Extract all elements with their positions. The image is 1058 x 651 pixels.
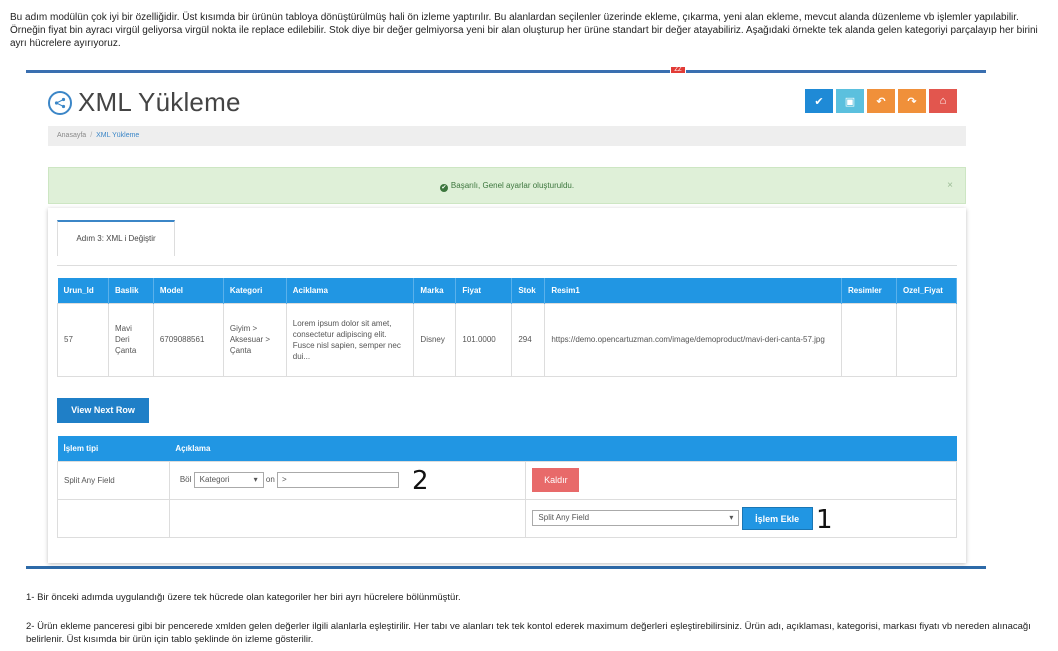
redo-icon: ↷ <box>907 95 917 108</box>
column-header: Kategori <box>223 278 287 303</box>
check-icon: ✔ <box>814 95 824 108</box>
operation-type: Split Any Field <box>57 460 170 500</box>
column-header: Aciklama <box>286 278 415 303</box>
close-icon[interactable]: × <box>947 168 953 203</box>
column-header: Baslik <box>108 278 154 303</box>
screenshot-bottom-edge <box>26 566 986 569</box>
callout-2: 2 <box>412 466 429 496</box>
on-label: on <box>265 475 275 485</box>
toolbar: ✔ ▣ ↶ ↷ ⌂ <box>805 89 957 113</box>
undo-icon: ↶ <box>876 95 886 108</box>
column-header <box>525 436 957 461</box>
share-icon <box>48 90 72 115</box>
intro-paragraph: Bu adım modülün çok iyi bir özelliğidir.… <box>10 12 1038 49</box>
table-cell: Mavi Deri Çanta <box>107 302 154 377</box>
page-header: XML Yükleme <box>48 87 241 118</box>
breadcrumb: Anasayfa / XML Yükleme <box>48 126 966 146</box>
table-cell <box>895 302 958 377</box>
column-header: İşlem tipi <box>57 436 170 461</box>
chevron-down-icon: ▾ <box>253 475 258 484</box>
table-cell: 6709088561 <box>152 302 224 377</box>
alert-text: Başarılı, Genel ayarlar oluşturuldu. <box>450 181 575 190</box>
add-operation-cell: Split Any Field ▾ İşlem Ekle <box>525 498 957 538</box>
redo-button[interactable]: ↷ <box>898 89 926 113</box>
table-cell: 294 <box>511 302 546 377</box>
operation-actions: Kaldır <box>525 460 957 500</box>
column-header: Stok <box>511 278 546 303</box>
disk-icon: ▣ <box>844 95 856 108</box>
home-icon: ⌂ <box>939 95 947 107</box>
success-icon: ✔ <box>439 184 448 192</box>
column-header: Model <box>153 278 224 303</box>
separator-input[interactable]: > <box>277 472 400 488</box>
table-cell: Lorem ipsum dolor sit amet, consectetur … <box>285 302 415 377</box>
home-button[interactable]: ⌂ <box>929 89 957 113</box>
operation-config: Böl Kategori ▾ on > <box>168 460 527 500</box>
column-header: Marka <box>413 278 457 303</box>
table-cell: https://demo.opencartuzman.com/image/dem… <box>544 302 842 377</box>
split-label: Böl <box>179 475 192 485</box>
note-2: 2- Ürün ekleme panceresi gibi bir pencer… <box>26 621 1031 645</box>
page-title: XML Yükleme <box>78 87 241 117</box>
note-1: 1- Bir önceki adımda uygulandığı üzere t… <box>26 592 461 603</box>
save-draft-button[interactable]: ▣ <box>836 89 864 113</box>
view-next-row-button[interactable]: View Next Row <box>57 398 149 423</box>
operation-type-select-value: Split Any Field <box>538 513 590 522</box>
field-select[interactable]: Kategori ▾ <box>193 472 264 488</box>
tab-step3[interactable]: Adım 3: XML i Değiştir <box>57 220 175 256</box>
column-header: Açıklama <box>169 436 526 461</box>
callout-1: 1 <box>816 505 833 535</box>
operation-row: Split Any Field Böl Kategori ▾ on > Kald… <box>57 460 957 500</box>
preview-table: Urun_Id Baslik Model Kategori Aciklama M… <box>57 278 958 377</box>
field-select-value: Kategori <box>199 475 230 484</box>
column-header: Resimler <box>841 278 897 303</box>
breadcrumb-home-link[interactable]: Anasayfa <box>57 132 86 139</box>
column-header: Ozel_Fiyat <box>896 278 958 303</box>
table-cell: Disney <box>413 302 457 377</box>
save-button[interactable]: ✔ <box>805 89 833 113</box>
tab-divider <box>57 265 957 266</box>
table-cell: Giyim > Aksesuar > Çanta <box>222 302 287 377</box>
top-marker: ZZ <box>670 66 686 74</box>
breadcrumb-current: XML Yükleme <box>96 132 140 139</box>
table-row: 57 Mavi Deri Çanta 6709088561 Giyim > Ak… <box>57 302 958 377</box>
breadcrumb-separator: / <box>90 132 93 139</box>
operation-type-select[interactable]: Split Any Field ▾ <box>532 510 740 526</box>
column-header: Urun_Id <box>57 278 109 303</box>
column-header: Resim1 <box>544 278 842 303</box>
column-header: Fiyat <box>455 278 513 303</box>
chevron-down-icon: ▾ <box>729 513 734 522</box>
table-cell <box>841 302 897 377</box>
remove-button[interactable]: Kaldır <box>532 468 580 492</box>
undo-button[interactable]: ↶ <box>867 89 895 113</box>
table-cell: 101.0000 <box>455 302 513 377</box>
add-operation-button[interactable]: İşlem Ekle <box>741 506 813 530</box>
success-alert: ✔ Başarılı, Genel ayarlar oluşturuldu. × <box>48 167 966 204</box>
table-cell: 57 <box>57 302 109 377</box>
